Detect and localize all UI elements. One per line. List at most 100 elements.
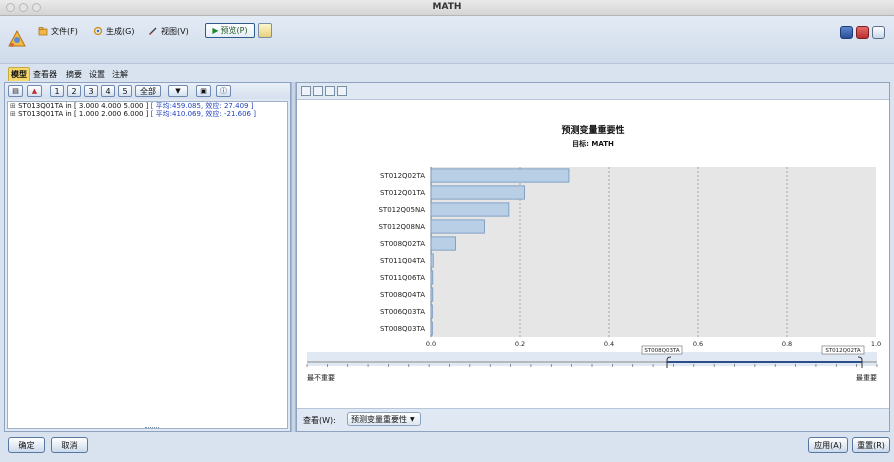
print-icon[interactable] (325, 86, 335, 96)
rule-stats: [ 平均:410.069, 效应: -21.606 ] (150, 110, 256, 118)
tab-model[interactable]: 模型 (8, 67, 30, 81)
filter-button[interactable]: ▼ (168, 85, 188, 97)
info-icon: ⓘ (220, 87, 227, 95)
resize-grip[interactable] (145, 427, 159, 429)
right-marker-label: ST012Q02TA (825, 348, 861, 354)
importance-bar[interactable] (430, 253, 434, 268)
tree-expand-icon[interactable]: ⊞ (10, 110, 16, 118)
level-4-button[interactable]: 4 (101, 85, 115, 97)
rule-row[interactable]: ⊞ ST013Q01TA in [ 3.000 4.000 5.000 ] [ … (8, 102, 287, 110)
rules-panel: ▤ ▲ 1 2 3 4 5 全部 ▼ ▣ ⓘ ⊞ ST013Q01TA in [… (4, 82, 291, 432)
minimize-button[interactable] (856, 26, 869, 39)
show-instances-button[interactable]: ▣ (196, 85, 211, 97)
viewer-toolbar (297, 83, 889, 100)
apply-button[interactable]: 应用(A) (808, 437, 848, 453)
model-nugget-icon (8, 29, 26, 47)
predictor-label: ST012Q01TA (380, 189, 425, 197)
x-tick-label: 0.0 (426, 340, 436, 348)
x-tick-label: 0.2 (515, 340, 525, 348)
file-menu[interactable]: 文件(F) (38, 24, 78, 38)
maximize-button[interactable] (872, 26, 885, 39)
view-selector-dropdown[interactable]: 预测变量重要性 ▼ (347, 412, 421, 426)
predictor-label: ST006Q03TA (380, 308, 425, 316)
rule-stats: [ 平均:459.085, 效应: 27.409 ] (150, 102, 254, 110)
rules-tree: ⊞ ST013Q01TA in [ 3.000 4.000 5.000 ] [ … (7, 101, 288, 429)
predictor-label: ST008Q04TA (380, 291, 425, 299)
tree-expand-icon[interactable]: ⊞ (10, 102, 16, 110)
rules-toolbar: ▤ ▲ 1 2 3 4 5 全部 ▼ ▣ ⓘ (5, 83, 290, 99)
cancel-button[interactable]: 取消 (51, 437, 88, 453)
importance-bar[interactable] (430, 236, 456, 251)
view-selector-value: 预测变量重要性 (351, 414, 407, 424)
filter-icon: ▼ (175, 87, 181, 95)
slider-track-bg (307, 352, 877, 366)
copy-icon[interactable] (301, 86, 311, 96)
view-selector-bar: 查看(W): 预测变量重要性 ▼ (297, 408, 889, 431)
importance-bar[interactable] (430, 287, 434, 302)
predictor-label: ST008Q02TA (380, 240, 425, 248)
importance-bar[interactable] (430, 202, 510, 217)
title-bar: MATH (0, 0, 894, 16)
tab-settings[interactable]: 设置 (87, 67, 107, 81)
chart-subtitle: 目标: MATH (572, 140, 614, 148)
view-selector-label: 查看(W): (303, 416, 336, 425)
file-icon (38, 27, 48, 36)
generate-menu[interactable]: 生成(G) (93, 24, 134, 38)
collapse-icon: ▲ (31, 87, 38, 95)
expand-all-button[interactable]: ▤ (8, 85, 23, 97)
x-tick-label: 0.8 (782, 340, 792, 348)
level-3-button[interactable]: 3 (84, 85, 98, 97)
tab-summary[interactable]: 摘要 (64, 67, 84, 81)
tab-annotations[interactable]: 注解 (110, 67, 130, 81)
generate-menu-label: 生成(G) (106, 26, 135, 36)
window-title: MATH (432, 2, 462, 12)
view-menu-label: 视图(V) (161, 26, 189, 36)
left-marker-label: ST008Q03TA (644, 348, 680, 354)
ok-button[interactable]: 确定 (8, 437, 45, 453)
play-icon: ▶ (212, 26, 219, 35)
chevron-down-icon: ▼ (410, 415, 415, 423)
reset-button[interactable]: 重置(R) (852, 437, 890, 453)
app-window: MATH 文件(F) 生成(G) 视图(V) ▶ 预览(P) 模型 查看器 摘要… (0, 0, 894, 462)
importance-bar[interactable] (430, 321, 433, 336)
export-icon[interactable] (337, 86, 347, 96)
tab-viewer[interactable]: 查看器 (31, 67, 59, 81)
importance-bar[interactable] (430, 185, 525, 200)
export-button[interactable] (258, 23, 272, 38)
importance-bar[interactable] (430, 270, 434, 285)
viewer-panel: 预测变量重要性 目标: MATH ST012Q02TA ST012Q01TA ST0… (296, 82, 890, 432)
x-tick-label: 1.0 (871, 340, 881, 348)
dialog-footer: 确定 取消 应用(A) 重置(R) (0, 432, 894, 462)
importance-bar[interactable] (430, 219, 485, 234)
level-all-button[interactable]: 全部 (135, 85, 161, 97)
main-toolbar: 文件(F) 生成(G) 视图(V) ▶ 预览(P) (0, 16, 894, 64)
instances-icon: ▣ (200, 87, 207, 95)
most-important-label: 最重要 (856, 374, 877, 382)
view-menu[interactable]: 视图(V) (148, 24, 189, 38)
info-button[interactable]: ⓘ (216, 85, 231, 97)
importance-bar[interactable] (430, 168, 570, 183)
collapse-all-button[interactable]: ▲ (27, 85, 42, 97)
predictor-label: ST011Q04TA (380, 257, 425, 265)
preview-button-label: 预览(P) (220, 26, 248, 35)
rule-condition: ST013Q01TA in [ 3.000 4.000 5.000 ] (18, 102, 149, 110)
rule-row[interactable]: ⊞ ST013Q01TA in [ 1.000 2.000 6.000 ] [ … (8, 110, 287, 118)
chart-title: 预测变量重要性 (561, 126, 625, 136)
level-1-button[interactable]: 1 (50, 85, 64, 97)
level-2-button[interactable]: 2 (67, 85, 81, 97)
x-tick-label: 0.6 (693, 340, 703, 348)
expand-icon: ▤ (12, 87, 19, 95)
pencil-icon (149, 27, 157, 35)
copy-data-icon[interactable] (313, 86, 323, 96)
predictor-label: ST012Q08NA (378, 223, 425, 231)
importance-bar[interactable] (430, 304, 433, 319)
tab-bar: 模型 查看器 摘要 设置 注解 (0, 64, 894, 82)
x-tick-label: 0.4 (604, 340, 614, 348)
file-menu-label: 文件(F) (51, 26, 78, 36)
predictor-label: ST012Q05NA (378, 206, 425, 214)
level-5-button[interactable]: 5 (118, 85, 132, 97)
help-button[interactable] (840, 26, 853, 39)
rule-condition: ST013Q01TA in [ 1.000 2.000 6.000 ] (18, 110, 149, 118)
predictor-label: ST011Q06TA (380, 274, 425, 282)
preview-button[interactable]: ▶ 预览(P) (205, 23, 255, 38)
